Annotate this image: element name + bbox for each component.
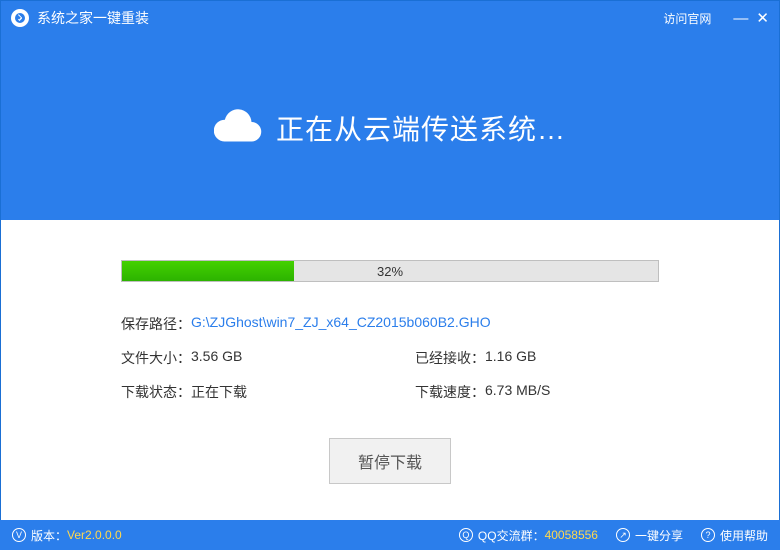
- qq-value: 40058556: [545, 528, 598, 542]
- received-col: 已经接收： 1.16 GB: [365, 348, 659, 368]
- speed-value: 6.73 MB/S: [485, 382, 550, 402]
- file-size-value: 3.56 GB: [191, 348, 242, 368]
- speed-label: 下载速度：: [415, 382, 485, 402]
- titlebar: 系统之家一键重装 访问官网 — ✕: [1, 1, 779, 35]
- qq-group-item[interactable]: Q QQ交流群： 40058556: [459, 527, 598, 544]
- minimize-button[interactable]: —: [733, 11, 748, 26]
- qq-icon: Q: [459, 528, 473, 542]
- help-label: 使用帮助: [720, 527, 768, 544]
- help-item[interactable]: ? 使用帮助: [701, 527, 768, 544]
- visit-site-link[interactable]: 访问官网: [663, 10, 711, 27]
- header-banner: 正在从云端传送系统…: [1, 35, 779, 220]
- version-value: Ver2.0.0.0: [67, 528, 122, 542]
- share-item[interactable]: ↗ 一键分享: [616, 527, 683, 544]
- qq-label: QQ交流群：: [478, 527, 545, 544]
- speed-col: 下载速度： 6.73 MB/S: [365, 382, 659, 402]
- app-logo-icon: [11, 9, 29, 27]
- received-label: 已经接收：: [415, 348, 485, 368]
- version-label: 版本：: [31, 527, 67, 544]
- status-value: 正在下载: [191, 382, 247, 402]
- status-heading: 正在从云端传送系统…: [276, 108, 566, 148]
- footer: V 版本： Ver2.0.0.0 Q QQ交流群： 40058556 ↗ 一键分…: [0, 520, 780, 550]
- status-speed-row: 下载状态： 正在下载 下载速度： 6.73 MB/S: [121, 382, 659, 402]
- share-icon: ↗: [616, 528, 630, 542]
- save-path-row: 保存路径： G:\ZJGhost\win7_ZJ_x64_CZ2015b060B…: [121, 314, 659, 334]
- content-area: 32% 保存路径： G:\ZJGhost\win7_ZJ_x64_CZ2015b…: [1, 220, 779, 484]
- share-label: 一键分享: [635, 527, 683, 544]
- version-item: V 版本： Ver2.0.0.0: [12, 527, 441, 544]
- file-size-received-row: 文件大小： 3.56 GB 已经接收： 1.16 GB: [121, 348, 659, 368]
- file-size-label: 文件大小：: [121, 348, 191, 368]
- button-row: 暂停下载: [121, 438, 659, 484]
- progress-bar-container: 32%: [121, 260, 659, 282]
- save-path-value[interactable]: G:\ZJGhost\win7_ZJ_x64_CZ2015b060B2.GHO: [191, 314, 491, 334]
- received-value: 1.16 GB: [485, 348, 536, 368]
- pause-button[interactable]: 暂停下载: [329, 438, 451, 484]
- help-icon: ?: [701, 528, 715, 542]
- cloud-icon: [214, 108, 262, 147]
- status-col: 下载状态： 正在下载: [121, 382, 365, 402]
- status-label: 下载状态：: [121, 382, 191, 402]
- close-button[interactable]: ✕: [756, 11, 769, 26]
- version-icon: V: [12, 528, 26, 542]
- app-title: 系统之家一键重装: [37, 8, 663, 28]
- save-path-label: 保存路径：: [121, 314, 191, 334]
- progress-percent-text: 32%: [122, 261, 658, 281]
- file-size-col: 文件大小： 3.56 GB: [121, 348, 365, 368]
